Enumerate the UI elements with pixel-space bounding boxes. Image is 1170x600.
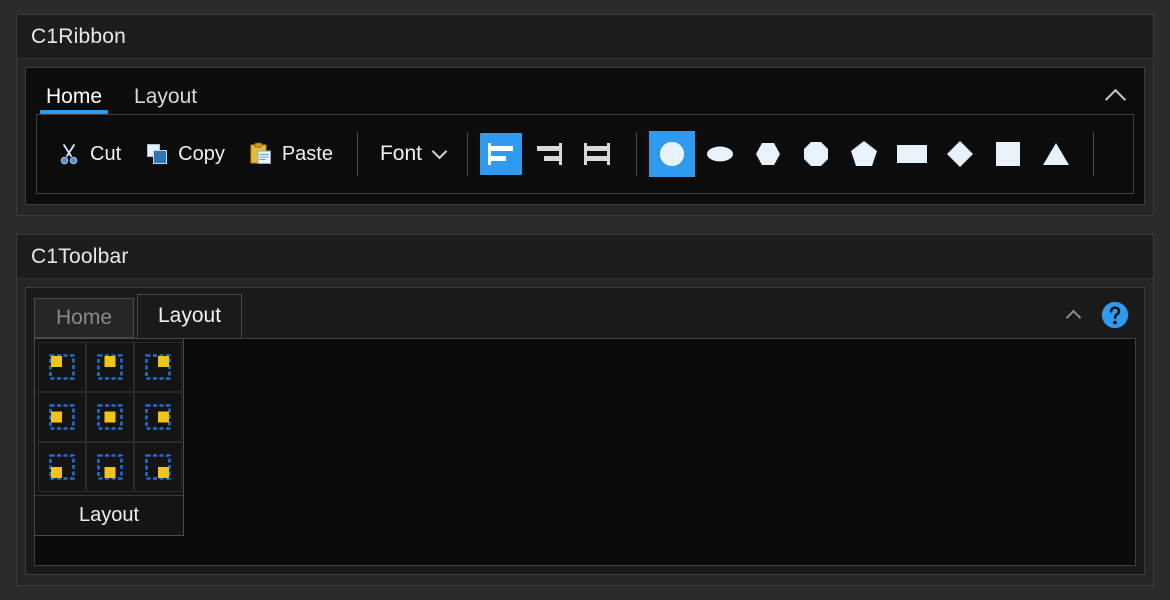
anchor-bottom-right-button[interactable] (134, 442, 182, 492)
shape-diamond-button[interactable] (937, 131, 983, 177)
chevron-up-icon (1104, 88, 1126, 111)
anchor-bottom-center-button[interactable] (86, 442, 134, 492)
ribbon-panel-body: Home Layout Cut Copy Paste Font (17, 59, 1153, 215)
copy-button[interactable]: Copy (133, 132, 237, 176)
app-root: C1Ribbon Home Layout Cut Copy Paste Font… (0, 0, 1170, 600)
cut-button[interactable]: Cut (45, 132, 133, 176)
ribbon-content: Cut Copy Paste Font (36, 114, 1134, 194)
clipboard-group: Cut Copy Paste (45, 132, 345, 176)
shape-square-button[interactable] (985, 131, 1031, 177)
cut-button-label: Cut (90, 142, 122, 165)
layout-gallery-label: Layout (35, 495, 183, 535)
shape-gallery (649, 131, 1106, 177)
ribbon-collapse-button[interactable] (1098, 82, 1132, 112)
toolbar-panel-title: C1Toolbar (17, 235, 1153, 279)
octagon-icon (804, 142, 829, 166)
chevron-up-icon (1065, 309, 1081, 326)
font-dropdown-label: Font (379, 142, 423, 165)
paste-button-label: Paste (281, 142, 333, 165)
anchor-middle-left-icon (49, 404, 75, 430)
anchor-top-right-button[interactable] (134, 342, 182, 392)
help-circle-icon[interactable] (1100, 300, 1130, 330)
scissors-icon (60, 144, 78, 165)
align-right-icon (537, 143, 563, 165)
chevron-down-icon (431, 143, 448, 160)
anchor-middle-center-icon (97, 404, 123, 430)
ribbon-tab-layout[interactable]: Layout (128, 86, 203, 114)
layout-gallery-group: Layout (34, 338, 184, 536)
hexagon-icon (756, 143, 781, 165)
anchor-middle-right-icon (145, 404, 171, 430)
ribbon-tab-home-label: Home (46, 85, 103, 108)
ribbon-tab-layout-label: Layout (134, 85, 198, 108)
shape-triangle-button[interactable] (1033, 131, 1079, 177)
alignment-group (480, 133, 624, 175)
anchor-top-right-icon (145, 354, 171, 380)
ribbon-tabstrip: Home Layout (26, 68, 1144, 114)
separator (356, 132, 358, 176)
anchor-top-left-button[interactable] (38, 342, 86, 392)
shape-circle-button[interactable] (649, 131, 696, 177)
font-dropdown[interactable]: Font (370, 134, 455, 174)
square-icon (996, 142, 1021, 166)
toolbar-tab-home-label: Home (55, 306, 113, 329)
anchor-bottom-center-icon (97, 454, 123, 480)
copy-button-label: Copy (178, 142, 225, 165)
layout-anchor-grid (35, 339, 183, 495)
paste-button[interactable]: Paste (237, 132, 345, 176)
align-right-button[interactable] (528, 133, 570, 175)
shape-ellipse-button[interactable] (697, 131, 743, 177)
toolbar-panel-body: Home Layout Layout (17, 279, 1153, 585)
ribbon-panel-title: C1Ribbon (17, 15, 1153, 59)
anchor-bottom-left-button[interactable] (38, 442, 86, 492)
ribbon-tab-home[interactable]: Home (40, 85, 109, 114)
shape-pentagon-button[interactable] (841, 131, 887, 177)
toolbar-collapse-button[interactable] (1060, 303, 1086, 327)
toolbar-tab-layout-label: Layout (158, 304, 222, 327)
ribbon: Home Layout Cut Copy Paste Font (25, 67, 1145, 205)
rectangle-icon (897, 145, 928, 163)
anchor-middle-center-button[interactable] (86, 392, 134, 442)
anchor-middle-left-button[interactable] (38, 392, 86, 442)
separator (1093, 132, 1095, 176)
toolbar-actions (1060, 300, 1136, 338)
align-left-icon (488, 143, 514, 165)
shape-rectangle-button[interactable] (889, 131, 935, 177)
toolbar: Home Layout Layout (25, 287, 1145, 575)
toolbar-panel: C1Toolbar Home Layout Layout (16, 234, 1154, 586)
anchor-bottom-right-icon (145, 454, 171, 480)
ellipse-icon (707, 146, 734, 162)
pentagon-icon (851, 141, 878, 166)
align-left-button[interactable] (480, 133, 523, 175)
toolbar-tabstrip: Home Layout (34, 294, 1136, 338)
paste-icon (250, 142, 271, 164)
shape-octagon-button[interactable] (793, 131, 839, 177)
toolbar-body: Layout (34, 338, 1136, 566)
ribbon-panel: C1Ribbon Home Layout Cut Copy Paste Font (16, 14, 1154, 216)
anchor-top-center-icon (97, 354, 123, 380)
shape-hexagon-button[interactable] (745, 131, 791, 177)
triangle-icon (1043, 143, 1070, 165)
anchor-top-center-button[interactable] (86, 342, 134, 392)
align-center-button[interactable] (576, 133, 618, 175)
toolbar-tab-layout[interactable]: Layout (137, 294, 243, 338)
copy-icon (147, 144, 168, 164)
anchor-bottom-left-icon (49, 454, 75, 480)
anchor-top-left-icon (49, 354, 75, 380)
separator (467, 132, 469, 176)
diamond-icon (947, 141, 974, 167)
anchor-middle-right-button[interactable] (134, 392, 182, 442)
align-center-icon (584, 143, 611, 165)
separator (636, 132, 638, 176)
circle-icon (660, 142, 685, 166)
toolbar-tab-home[interactable]: Home (34, 298, 134, 338)
